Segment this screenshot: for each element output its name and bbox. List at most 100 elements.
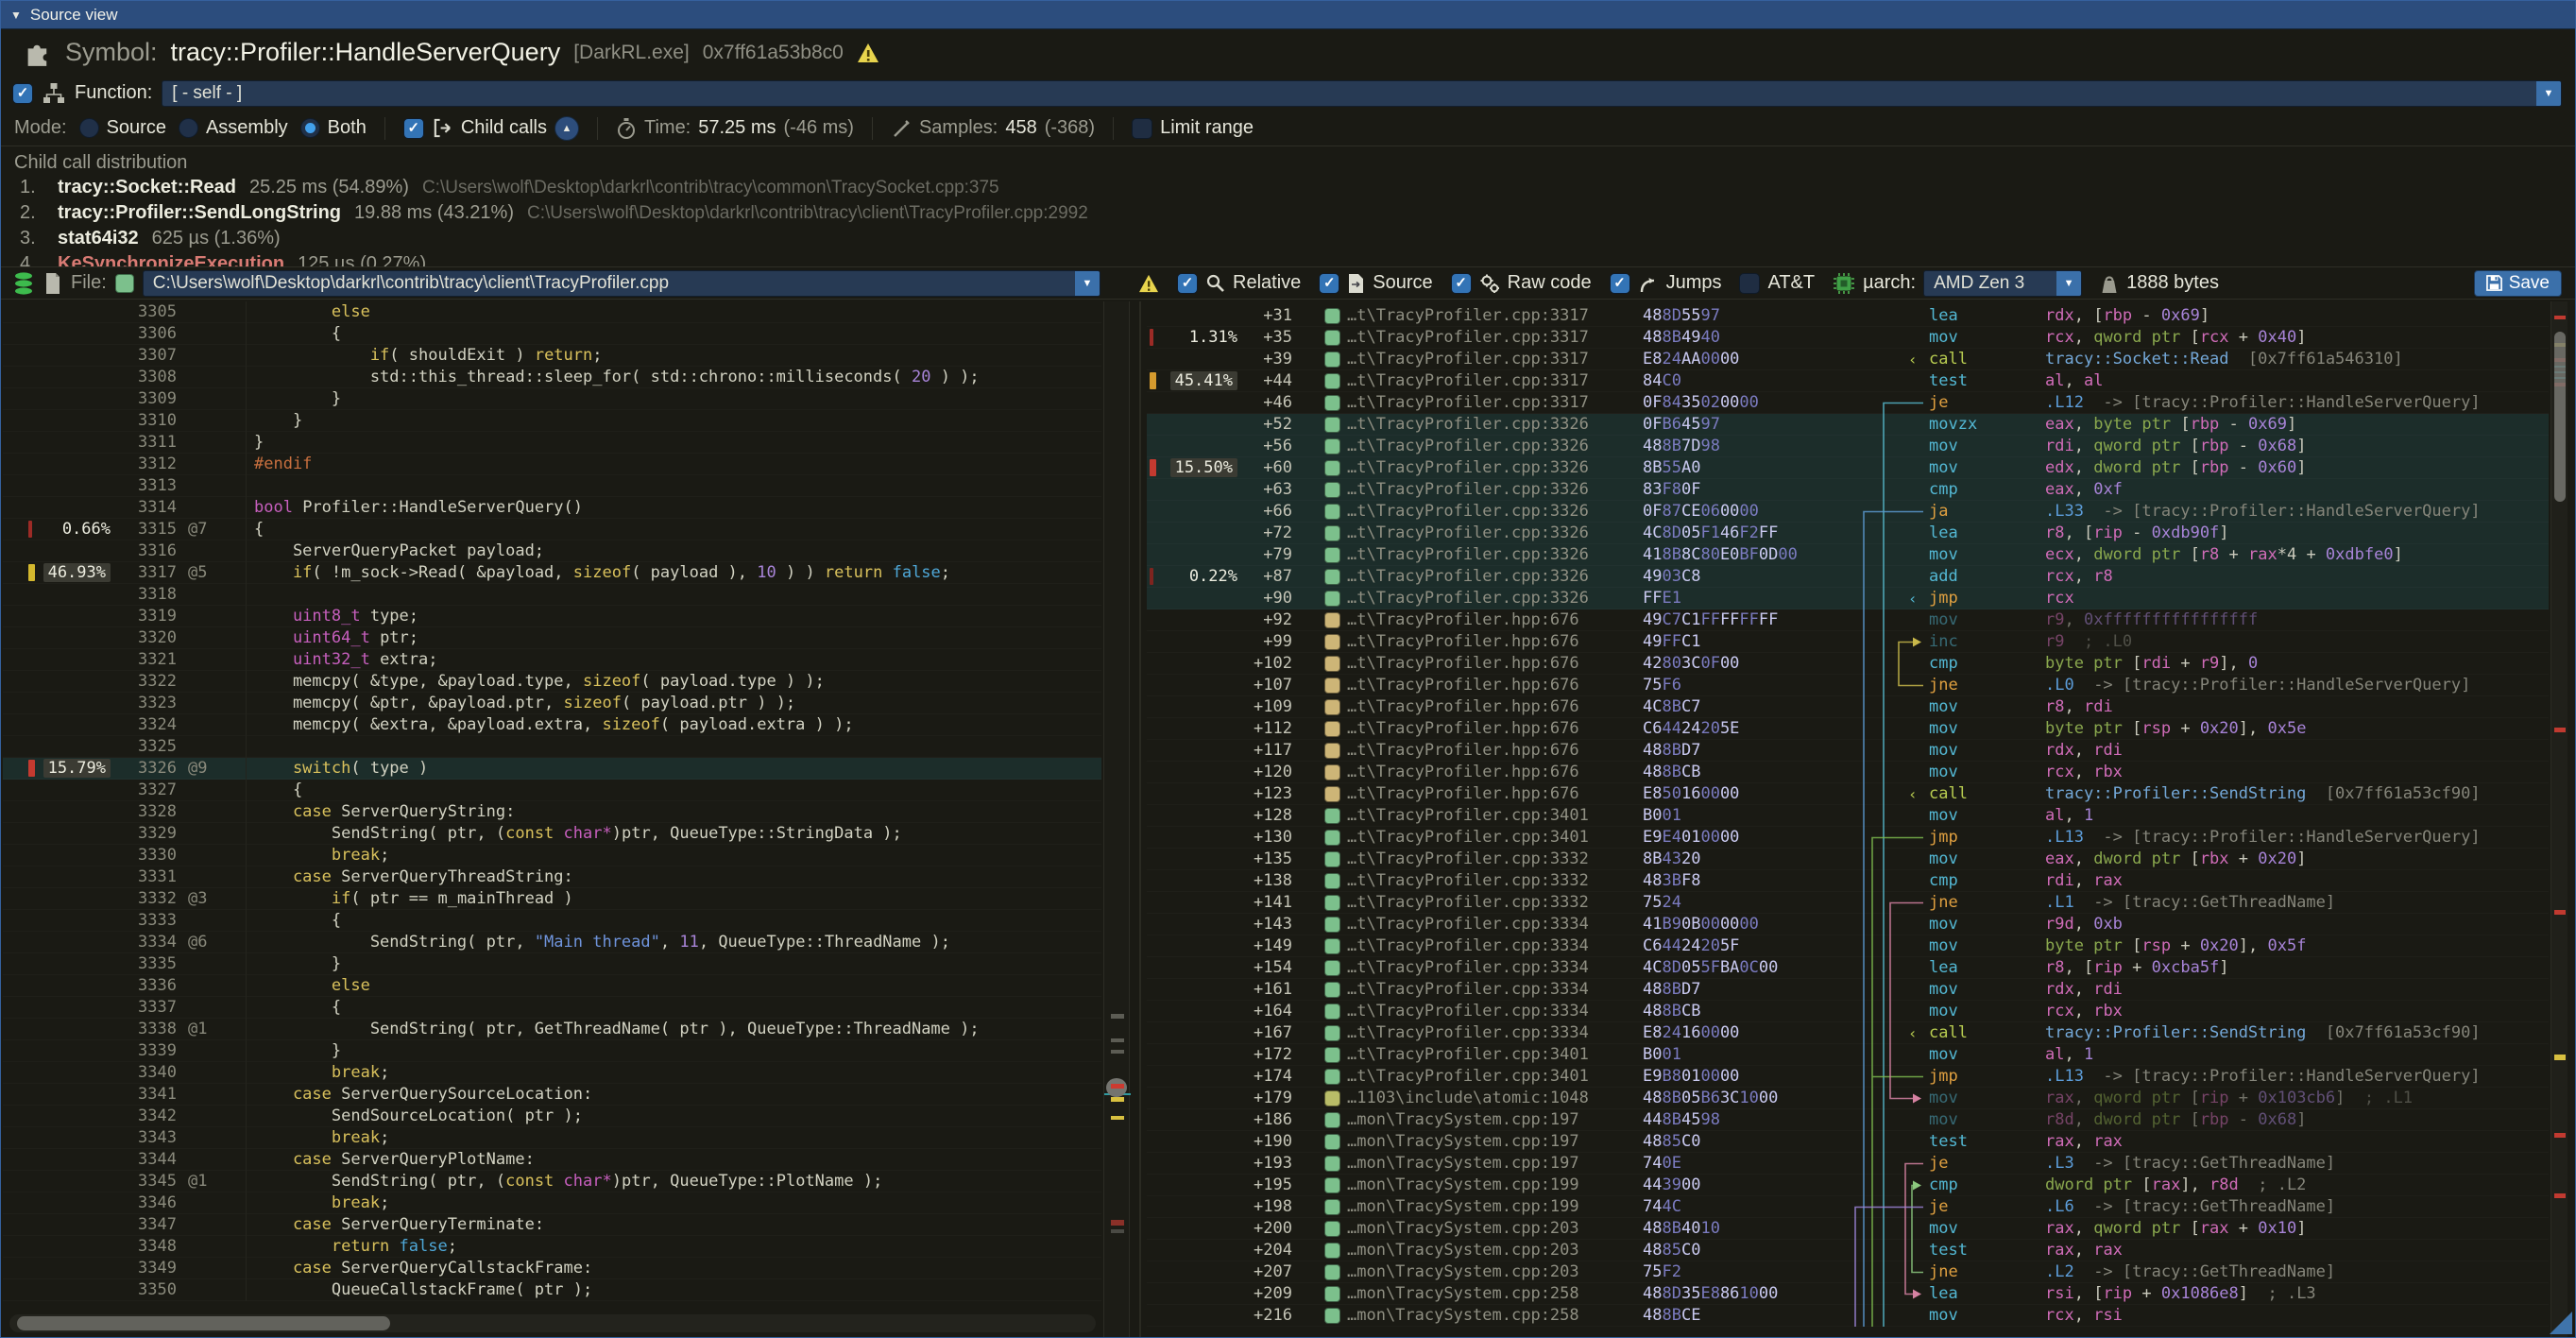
source-line-row[interactable]: 3342SendSourceLocation( ptr ); [3, 1106, 1101, 1127]
asm-instruction-row[interactable]: +79…t\TracyProfiler.cpp:3326418B8C80E0BF… [1147, 544, 2549, 566]
source-checkbox[interactable]: ✓ [1319, 273, 1339, 294]
resize-grip[interactable] [2550, 1312, 2572, 1334]
asm-instruction-row[interactable]: +141…t\TracyProfiler.cpp:33327524jne.L1 … [1147, 892, 2549, 914]
asm-instruction-row[interactable]: +123…t\TracyProfiler.hpp:676E850160000‹c… [1147, 783, 2549, 805]
source-line-row[interactable]: 3345@1SendString( ptr, (const char*)ptr,… [3, 1171, 1101, 1192]
asm-instruction-row[interactable]: +200…mon\TracySystem.cpp:203488B4010movr… [1147, 1218, 2549, 1240]
asm-instruction-row[interactable]: +102…t\TracyProfiler.hpp:67642803C0F00cm… [1147, 653, 2549, 675]
asm-instruction-row[interactable]: +138…t\TracyProfiler.cpp:3332483BF8cmprd… [1147, 870, 2549, 892]
source-line-row[interactable]: 3328case ServerQueryString: [3, 801, 1101, 823]
asm-instruction-row[interactable]: +66…t\TracyProfiler.cpp:33260F87CE060000… [1147, 501, 2549, 523]
mode-radio-source[interactable]: Source [79, 117, 166, 139]
source-toggle[interactable]: ✓ Source [1319, 272, 1432, 294]
source-line-row[interactable]: 3313 [3, 475, 1101, 497]
asm-instruction-row[interactable]: +39…t\TracyProfiler.cpp:3317E824AA0000‹c… [1147, 349, 2549, 370]
source-line-row[interactable]: 3346break; [3, 1192, 1101, 1214]
source-line-row[interactable]: 3347case ServerQueryTerminate: [3, 1214, 1101, 1236]
uarch-select-arrow[interactable]: ▼ [2056, 271, 2081, 296]
att-toggle[interactable]: AT&T [1739, 272, 1815, 294]
asm-instruction-row[interactable]: +109…t\TracyProfiler.hpp:6764C8BC7movr8,… [1147, 696, 2549, 718]
file-select-arrow[interactable]: ▼ [1075, 271, 1100, 296]
asm-instruction-row[interactable]: +128…t\TracyProfiler.cpp:3401B001moval, … [1147, 805, 2549, 827]
relative-checkbox[interactable]: ✓ [1177, 273, 1198, 294]
source-line-row[interactable]: 3324memcpy( &extra, &payload.extra, size… [3, 714, 1101, 736]
source-line-row[interactable]: 3338@1SendString( ptr, GetThreadName( pt… [3, 1019, 1101, 1040]
asm-instruction-row[interactable]: +63…t\TracyProfiler.cpp:332683F80Fcmpeax… [1147, 479, 2549, 501]
source-line-row[interactable]: 3344case ServerQueryPlotName: [3, 1149, 1101, 1171]
asm-instruction-row[interactable]: +186…mon\TracySystem.cpp:197448B4598movr… [1147, 1109, 2549, 1131]
asm-instruction-row[interactable]: +52…t\TracyProfiler.cpp:33260FB64597movz… [1147, 414, 2549, 436]
asm-instruction-row[interactable]: +112…t\TracyProfiler.hpp:676C64424205Emo… [1147, 718, 2549, 740]
asm-instruction-row[interactable]: +172…t\TracyProfiler.cpp:3401B001moval, … [1147, 1044, 2549, 1066]
asm-instruction-row[interactable]: +216…mon\TracySystem.cpp:258488BCEmovrcx… [1147, 1305, 2549, 1327]
assembly-scrollbar[interactable] [2550, 301, 2567, 1337]
mode-radio-both[interactable]: Both [300, 117, 367, 139]
jumps-toggle[interactable]: ✓ Jumps [1610, 272, 1722, 294]
asm-instruction-row[interactable]: +161…t\TracyProfiler.cpp:3334488BD7movrd… [1147, 979, 2549, 1001]
child-call-row[interactable]: 2.tracy::Profiler::SendLongString19.88 m… [14, 200, 2575, 226]
source-line-row[interactable]: 3330break; [3, 845, 1101, 866]
raw-code-checkbox[interactable]: ✓ [1451, 273, 1472, 294]
source-line-row[interactable]: 3325 [3, 736, 1101, 758]
limit-range-checkbox[interactable] [1132, 118, 1152, 139]
asm-instruction-row[interactable]: +190…mon\TracySystem.cpp:1974885C0testra… [1147, 1131, 2549, 1153]
source-line-row[interactable]: 3350QueueCallstackFrame( ptr ); [3, 1279, 1101, 1301]
source-line-row[interactable]: 46.93%3317@5if( !m_sock->Read( &payload,… [3, 562, 1101, 584]
source-line-row[interactable]: 3331case ServerQueryThreadString: [3, 866, 1101, 888]
asm-instruction-row[interactable]: 45.41%+44…t\TracyProfiler.cpp:331784C0te… [1147, 370, 2549, 392]
asm-instruction-row[interactable]: +207…mon\TracySystem.cpp:20375F2jne.L2 -… [1147, 1261, 2549, 1283]
save-button[interactable]: Save [2474, 270, 2562, 297]
child-call-row[interactable]: 1.tracy::Socket::Read25.25 ms (54.89%)C:… [14, 175, 2575, 200]
source-line-row[interactable]: 3340break; [3, 1062, 1101, 1084]
limit-range-toggle[interactable]: Limit range [1132, 117, 1254, 139]
source-line-row[interactable]: 3339} [3, 1040, 1101, 1062]
source-horizontal-scrollbar[interactable] [9, 1314, 1096, 1332]
asm-instruction-row[interactable]: +31…t\TracyProfiler.cpp:3317488D5597lear… [1147, 305, 2549, 327]
relative-toggle[interactable]: ✓ Relative [1177, 272, 1301, 294]
scrollbar-thumb[interactable] [17, 1316, 390, 1330]
source-line-row[interactable]: 3349case ServerQueryCallstackFrame: [3, 1258, 1101, 1279]
child-calls-toggle[interactable]: ✓ Child calls ▲ [403, 116, 579, 141]
asm-instruction-row[interactable]: +198…mon\TracySystem.cpp:199744Cje.L6 ->… [1147, 1196, 2549, 1218]
source-line-row[interactable]: 0.66%3315@7{ [3, 519, 1101, 540]
source-line-row[interactable]: 3314bool Profiler::HandleServerQuery() [3, 497, 1101, 519]
source-line-row[interactable]: 3335} [3, 953, 1101, 975]
source-line-row[interactable]: 3319uint8_t type; [3, 606, 1101, 627]
asm-instruction-row[interactable]: +107…t\TracyProfiler.hpp:67675F6jne.L0 -… [1147, 675, 2549, 696]
asm-instruction-row[interactable]: +179…1103\include\atomic:1048488B05B63C1… [1147, 1088, 2549, 1109]
function-select[interactable]: [ - self - ] ▼ [162, 80, 2562, 107]
function-select-arrow[interactable]: ▼ [2536, 81, 2561, 106]
window-titlebar[interactable]: ▼ Source view [1, 1, 2575, 29]
asm-instruction-row[interactable]: +209…mon\TracySystem.cpp:258488D35E88610… [1147, 1283, 2549, 1305]
asm-instruction-row[interactable]: +195…mon\TracySystem.cpp:199443900cmpdwo… [1147, 1175, 2549, 1196]
source-line-row[interactable]: 3318 [3, 584, 1101, 606]
uarch-select[interactable]: AMD Zen 3 ▼ [1923, 270, 2082, 297]
asm-instruction-row[interactable]: 1.31%+35…t\TracyProfiler.cpp:3317488B494… [1147, 327, 2549, 349]
source-line-row[interactable]: 3332@3if( ptr == m_mainThread ) [3, 888, 1101, 910]
asm-instruction-row[interactable]: +92…t\TracyProfiler.hpp:67649C7C1FFFFFFF… [1147, 609, 2549, 631]
asm-instruction-row[interactable]: +90…t\TracyProfiler.cpp:3326FFE1‹jmprcx [1147, 588, 2549, 609]
source-line-row[interactable]: 3334@6SendString( ptr, "Main thread", 11… [3, 932, 1101, 953]
source-line-row[interactable]: 3322memcpy( &type, &payload.type, sizeof… [3, 671, 1101, 693]
jumps-checkbox[interactable]: ✓ [1610, 273, 1630, 294]
child-call-row[interactable]: 3.stat64i32625 µs (1.36%) [14, 226, 2575, 251]
asm-instruction-row[interactable]: +149…t\TracyProfiler.cpp:3334C64424205Fm… [1147, 935, 2549, 957]
scrollbar-thumb[interactable] [2554, 332, 2566, 502]
source-line-row[interactable]: 3309} [3, 388, 1101, 410]
source-line-row[interactable]: 3312#endif [3, 454, 1101, 475]
asm-instruction-row[interactable]: +72…t\TracyProfiler.cpp:33264C8D05F146F2… [1147, 523, 2549, 544]
source-line-row[interactable]: 15.79%3326@9switch( type ) [3, 758, 1101, 780]
source-line-row[interactable]: 3306{ [3, 323, 1101, 345]
source-line-row[interactable]: 3305else [3, 301, 1101, 323]
source-line-row[interactable]: 3320uint64_t ptr; [3, 627, 1101, 649]
asm-instruction-row[interactable]: +120…t\TracyProfiler.hpp:676488BCBmovrcx… [1147, 762, 2549, 783]
source-line-row[interactable]: 3310} [3, 410, 1101, 432]
asm-instruction-row[interactable]: +174…t\TracyProfiler.cpp:3401E9B8010000j… [1147, 1066, 2549, 1088]
file-select[interactable]: C:\Users\wolf\Desktop\darkrl\contrib\tra… [143, 270, 1100, 297]
asm-instruction-row[interactable]: +99…t\TracyProfiler.hpp:67649FFC1incr9 ;… [1147, 631, 2549, 653]
source-line-row[interactable]: 3333{ [3, 910, 1101, 932]
asm-instruction-row[interactable]: +117…t\TracyProfiler.hpp:676488BD7movrdx… [1147, 740, 2549, 762]
pane-divider[interactable] [1139, 301, 1141, 1337]
source-line-row[interactable]: 3311} [3, 432, 1101, 454]
source-line-row[interactable]: 3337{ [3, 997, 1101, 1019]
